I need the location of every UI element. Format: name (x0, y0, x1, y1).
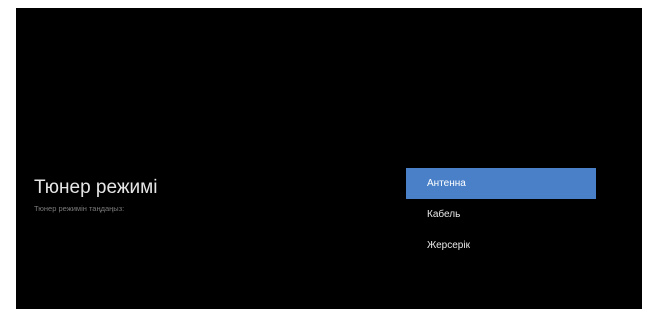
tuner-mode-list: Антенна Кабель Жерсерік (406, 168, 596, 261)
setting-header: Тюнер режимі Тюнер режимін таңдаңыз: (34, 176, 354, 214)
option-satellite[interactable]: Жерсерік (406, 230, 596, 261)
page-subtitle: Тюнер режимін таңдаңыз: (34, 204, 125, 213)
option-cable[interactable]: Кабель (406, 199, 596, 230)
page-title: Тюнер режимі (34, 177, 158, 198)
tv-screen: Тюнер режимі Тюнер режимін таңдаңыз: Ант… (16, 8, 642, 309)
option-antenna[interactable]: Антенна (406, 168, 596, 199)
